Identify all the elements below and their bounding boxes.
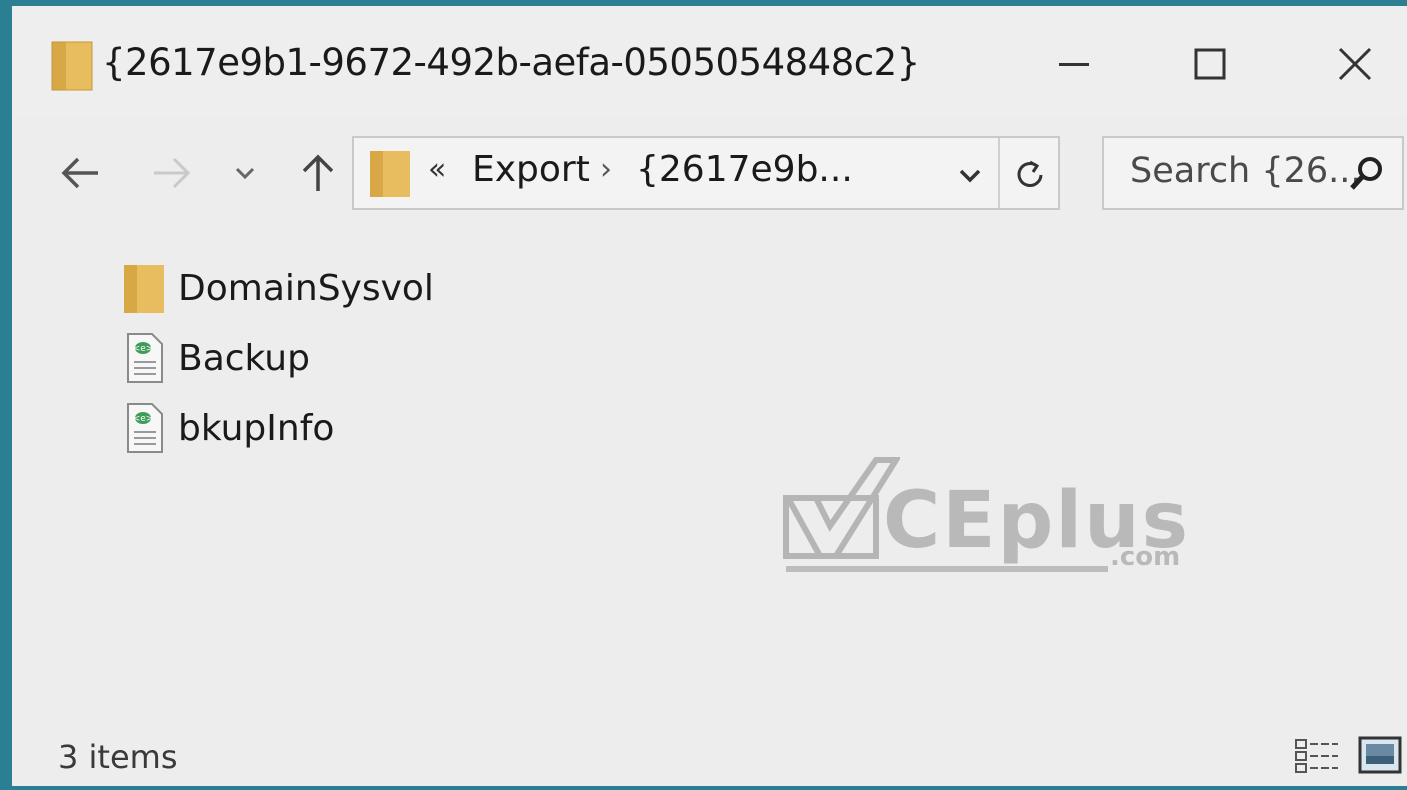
breadcrumb-export[interactable]: Export [472,149,590,190]
file-name: DomainSysvol [178,267,434,309]
file-name: bkupInfo [178,407,335,449]
folder-icon [370,151,410,197]
minimize-button[interactable] [1027,28,1123,100]
status-bar: 3 items [12,718,1407,786]
up-button[interactable] [288,143,348,203]
window-title: {2617e9b1-9672-492b-aefa-0505054848c2} [102,41,920,84]
explorer-window: {2617e9b1-9672-492b-aefa-0505054848c2} «… [0,0,1407,790]
xml-file-icon: <e> [127,403,163,453]
item-count: 3 items [58,738,178,776]
address-divider [998,138,1000,208]
file-list: DomainSysvol <e> Backup <e> bkupInfo CEp… [12,228,1407,718]
recent-locations-button[interactable] [225,153,265,193]
chevron-down-icon [959,169,981,183]
list-item[interactable]: DomainSysvol [120,258,434,318]
breadcrumb-separator[interactable]: › [600,152,612,187]
close-icon [1338,47,1372,81]
address-bar[interactable]: « Export › {2617e9b... [352,136,1060,210]
title-bar: {2617e9b1-9672-492b-aefa-0505054848c2} [12,6,1407,116]
back-button[interactable] [50,143,110,203]
address-dropdown-button[interactable] [950,156,990,196]
forward-button[interactable] [142,143,202,203]
refresh-icon [1017,160,1043,187]
svg-text:<e>: <e> [133,344,154,354]
chevron-down-icon [235,167,255,180]
maximize-button[interactable] [1162,28,1258,100]
breadcrumb-overflow[interactable]: « [428,152,446,187]
folder-icon [51,41,93,91]
navigation-bar: « Export › {2617e9b... Search {26... [12,118,1407,228]
search-input[interactable]: Search {26... [1102,136,1404,210]
close-button[interactable] [1307,28,1403,100]
checkmark-logo-icon [782,457,900,559]
folder-icon [124,265,164,313]
watermark-underline [786,566,1108,572]
list-item[interactable]: <e> bkupInfo [120,398,334,458]
svg-text:<e>: <e> [133,414,154,424]
maximize-icon [1194,48,1226,80]
details-view-icon[interactable] [1294,736,1340,776]
search-icon[interactable] [1346,152,1388,194]
arrow-left-icon [61,157,98,189]
breadcrumb-current[interactable]: {2617e9b... [636,149,853,190]
arrow-up-icon [302,154,334,191]
watermark-suffix: .com [1110,542,1181,572]
xml-file-icon: <e> [127,333,163,383]
minimize-icon [1059,63,1089,66]
search-placeholder: Search {26... [1130,151,1362,191]
refresh-button[interactable] [1008,152,1052,196]
large-icons-view-icon[interactable] [1358,734,1402,776]
arrow-right-icon [154,157,191,189]
file-name: Backup [178,337,310,379]
list-item[interactable]: <e> Backup [120,328,310,388]
watermark: CEplus .com [780,454,1210,584]
